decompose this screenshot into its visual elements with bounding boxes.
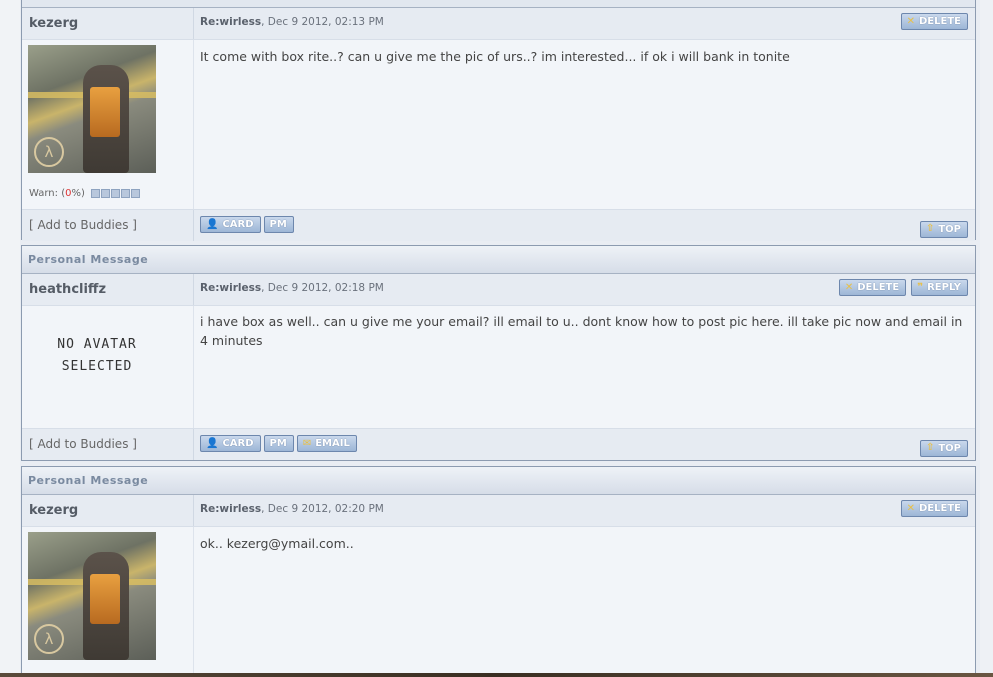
- post-message: ok.. kezerg@ymail.com..: [200, 536, 354, 551]
- post-actions: ✕ DELETE: [900, 500, 968, 517]
- post-actions: ✕ DELETE: [900, 13, 968, 30]
- right-scroll-gutter: [980, 0, 993, 673]
- post-2: Personal Message heathcliffz Re:wirless,…: [21, 245, 976, 461]
- add-to-buddies-link[interactable]: [ Add to Buddies ]: [29, 429, 137, 459]
- card-button[interactable]: 👤 CARD: [200, 216, 261, 233]
- personal-message-bar: Personal Message: [22, 246, 975, 274]
- delete-button[interactable]: ✕ DELETE: [900, 13, 968, 30]
- column-divider: [193, 527, 194, 677]
- column-divider: [193, 429, 194, 460]
- top-arrow-icon: ⇧: [925, 442, 935, 453]
- post-author[interactable]: kezerg: [29, 8, 78, 39]
- column-divider: [193, 40, 194, 209]
- top-arrow-icon: ⇧: [925, 223, 935, 234]
- post-title: Re:wirless: [200, 16, 262, 28]
- avatar: λ: [28, 532, 156, 660]
- lambda-icon: λ: [34, 137, 64, 167]
- delete-button[interactable]: ✕ DELETE: [900, 500, 968, 517]
- delete-x-icon: ✕: [906, 15, 915, 27]
- top-button[interactable]: ⇧ TOP: [919, 439, 968, 457]
- post-actions: ✕ DELETE ❞ REPLY: [838, 279, 968, 296]
- post-1: kezerg Re:wirless, Dec 9 2012, 02:13 PM …: [21, 0, 976, 241]
- post-header: kezerg Re:wirless, Dec 9 2012, 02:13 PM …: [22, 8, 975, 40]
- delete-x-icon: ✕: [844, 281, 854, 293]
- lambda-icon: λ: [34, 624, 64, 654]
- avatar-vest: [90, 574, 120, 624]
- card-user-icon: 👤: [206, 437, 219, 449]
- post-meta: Re:wirless, Dec 9 2012, 02:18 PM: [200, 274, 384, 305]
- post-author[interactable]: heathcliffz: [29, 274, 106, 305]
- avatar-vest: [90, 87, 120, 137]
- pm-button[interactable]: PM: [263, 435, 294, 452]
- reply-button[interactable]: ❞ REPLY: [911, 279, 968, 296]
- card-user-icon: 👤: [206, 218, 219, 230]
- column-divider: [193, 274, 194, 305]
- footer-right-actions: ⇧ TOP: [919, 435, 968, 457]
- post-message: It come with box rite..? can u give me t…: [200, 49, 790, 64]
- post-header: kezerg Re:wirless, Dec 9 2012, 02:20 PM …: [22, 495, 975, 527]
- bottom-edge: [0, 673, 993, 677]
- top-button[interactable]: ⇧ TOP: [919, 220, 968, 238]
- column-divider: [193, 210, 194, 241]
- post-body: NO AVATAR SELECTED i have box as well.. …: [22, 306, 975, 428]
- left-gutter: [0, 0, 20, 673]
- post-header: heathcliffz Re:wirless, Dec 9 2012, 02:1…: [22, 274, 975, 306]
- column-divider: [193, 306, 194, 428]
- post-message: i have box as well.. can u give me your …: [200, 314, 963, 348]
- contact-buttons: 👤 CARD PM ✉ EMAIL: [200, 435, 357, 452]
- post-date: , Dec 9 2012, 02:13 PM: [261, 16, 384, 28]
- avatar: λ: [28, 45, 156, 173]
- post-footer: [ Add to Buddies ] 👤 CARD PM ✉ EMAIL ⇧ TOP: [22, 428, 975, 460]
- post-meta: Re:wirless, Dec 9 2012, 02:20 PM: [200, 495, 384, 526]
- post-body: λ Warn: (0%) It come with box rite..? ca…: [22, 40, 975, 209]
- post-3: Personal Message kezerg Re:wirless, Dec …: [21, 466, 976, 677]
- column-divider: [193, 8, 194, 39]
- email-button[interactable]: ✉ EMAIL: [296, 435, 357, 452]
- no-avatar-placeholder: NO AVATAR SELECTED: [57, 337, 137, 374]
- post-body: λ ok.. kezerg@ymail.com..: [22, 527, 975, 677]
- post-date: , Dec 9 2012, 02:18 PM: [261, 282, 384, 294]
- email-envelope-icon: ✉: [302, 437, 312, 449]
- delete-x-icon: ✕: [906, 502, 915, 514]
- column-divider: [193, 495, 194, 526]
- footer-right-actions: ⇧ TOP: [919, 216, 968, 238]
- personal-message-bar: Personal Message: [22, 467, 975, 495]
- post-date: , Dec 9 2012, 02:20 PM: [261, 503, 384, 515]
- pm-button[interactable]: PM: [263, 216, 294, 233]
- add-to-buddies-link[interactable]: [ Add to Buddies ]: [29, 210, 137, 240]
- warn-meter: [91, 188, 141, 198]
- post-title: Re:wirless: [200, 503, 262, 515]
- post-meta: Re:wirless, Dec 9 2012, 02:13 PM: [200, 8, 384, 39]
- post-author[interactable]: kezerg: [29, 495, 78, 526]
- delete-button[interactable]: ✕ DELETE: [838, 279, 907, 296]
- warn-level: Warn: (0%): [29, 188, 141, 199]
- post-top-edge: [22, 0, 975, 8]
- contact-buttons: 👤 CARD PM: [200, 216, 294, 233]
- post-footer: [ Add to Buddies ] 👤 CARD PM ⇧ TOP: [22, 209, 975, 241]
- card-button[interactable]: 👤 CARD: [200, 435, 261, 452]
- post-title: Re:wirless: [200, 282, 262, 294]
- reply-quote-icon: ❞: [917, 281, 924, 293]
